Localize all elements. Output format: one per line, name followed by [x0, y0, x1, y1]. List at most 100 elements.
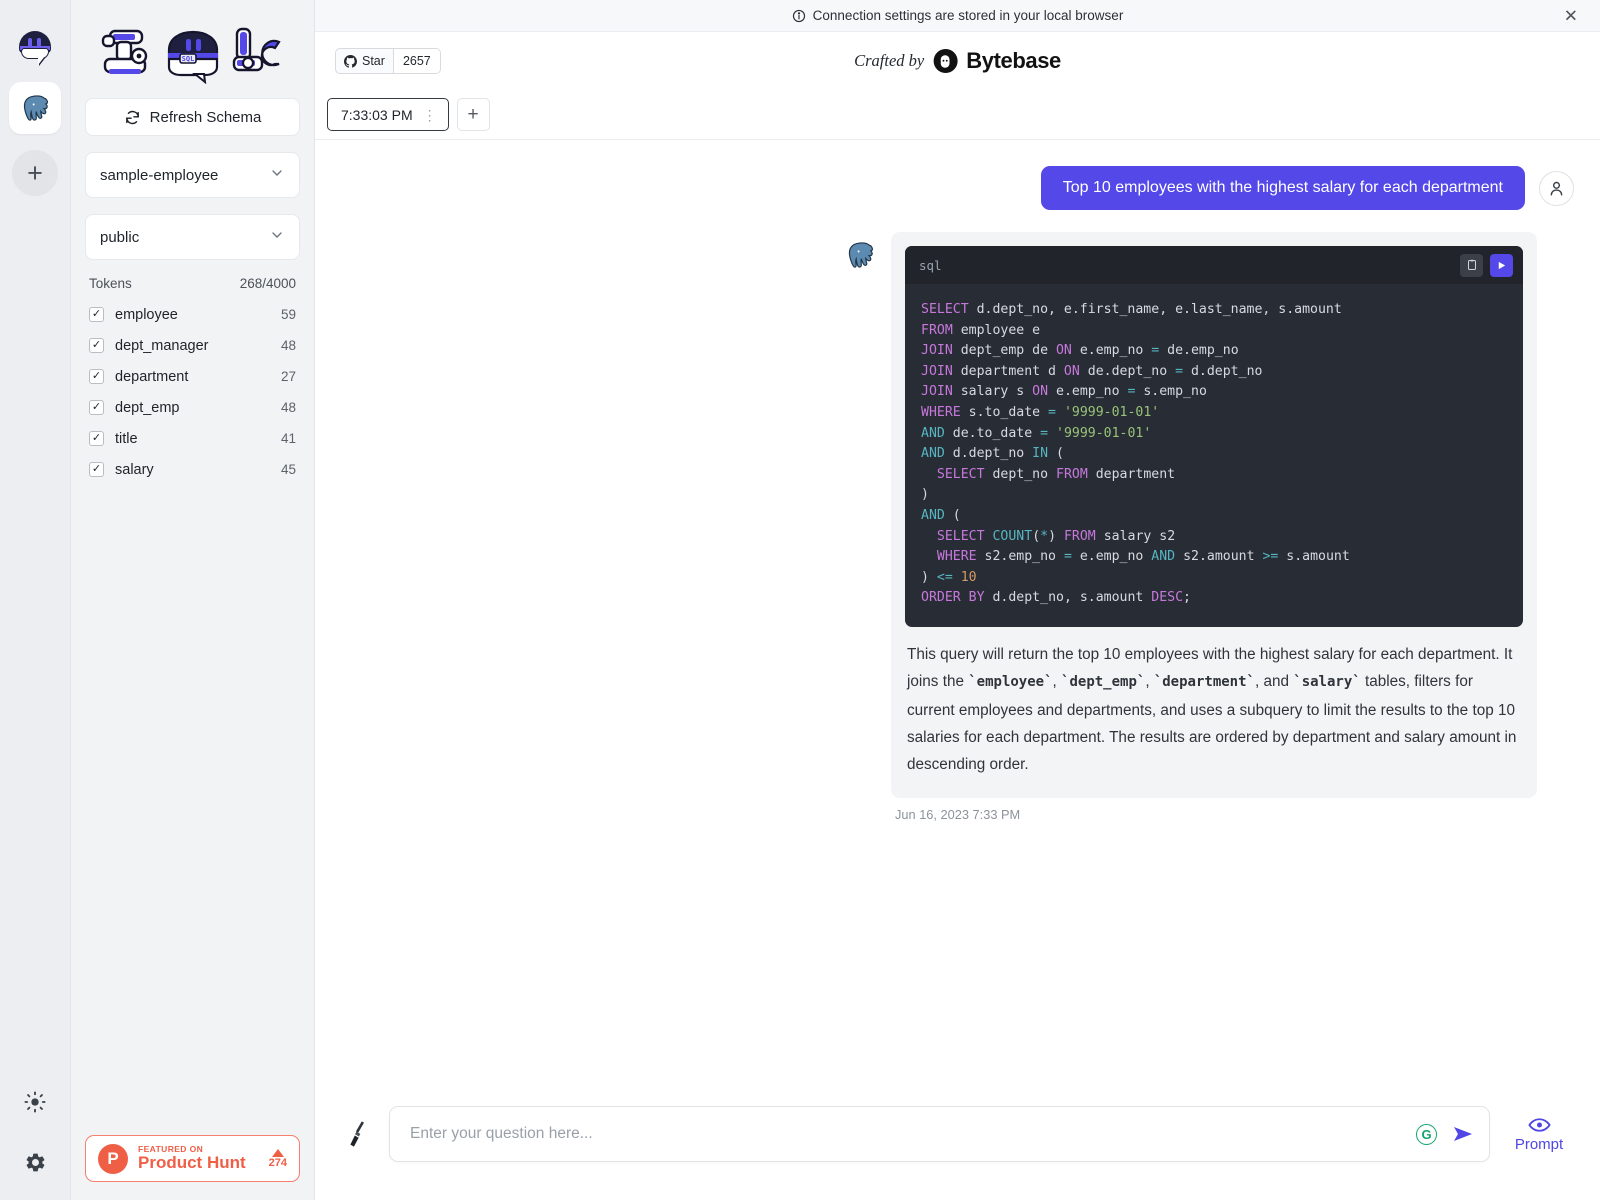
sqlchat-logo: SQL: [85, 10, 300, 94]
assistant-explanation-text: This query will return the top 10 employ…: [905, 627, 1523, 784]
schema-select-value: public: [100, 229, 139, 246]
send-arrow-icon: [1451, 1122, 1475, 1146]
rail-add-connection-button[interactable]: +: [12, 150, 58, 196]
tab-menu-icon[interactable]: ⋮: [423, 108, 438, 122]
person-icon: [1547, 179, 1566, 198]
rail-item-postgres[interactable]: [9, 82, 61, 134]
product-hunt-name: Product Hunt: [138, 1154, 246, 1172]
inline-code: `dept_emp`: [1061, 674, 1145, 690]
message-timestamp: Jun 16, 2023 7:33 PM: [891, 798, 1537, 822]
tab-conversation[interactable]: 7:33:03 PM ⋮: [327, 98, 449, 131]
table-list-item[interactable]: ✓employee59: [85, 299, 300, 330]
table-name: employee: [115, 307, 178, 323]
assistant-message-row: sql: [315, 210, 1600, 822]
icon-rail: +: [0, 0, 71, 1200]
assistant-message-card: sql: [891, 232, 1537, 798]
grammarly-icon[interactable]: G: [1416, 1124, 1437, 1145]
product-hunt-vote-count: 274: [269, 1157, 287, 1169]
settings-button[interactable]: [13, 1140, 57, 1184]
inline-code: `employee`: [968, 674, 1052, 690]
assistant-avatar: [843, 238, 877, 272]
chevron-down-icon: [269, 165, 285, 185]
chat-area: Top 10 employees with the highest salary…: [315, 140, 1600, 1082]
play-icon: [1496, 260, 1507, 271]
send-message-button[interactable]: [1451, 1122, 1475, 1146]
table-token-count: 48: [281, 338, 296, 353]
table-list-item[interactable]: ✓department27: [85, 361, 300, 392]
table-token-count: 45: [281, 462, 296, 477]
new-tab-button[interactable]: +: [457, 98, 490, 131]
composer: G Prompt: [315, 1082, 1600, 1200]
tokens-label: Tokens: [89, 276, 132, 291]
postgres-elephant-icon: [18, 91, 52, 125]
sql-code-block: sql: [905, 246, 1523, 627]
copy-code-button[interactable]: [1460, 254, 1483, 277]
table-list-item[interactable]: ✓dept_manager48: [85, 330, 300, 361]
table-name: salary: [115, 462, 154, 478]
table-checkbox[interactable]: ✓: [89, 431, 104, 446]
tokens-value: 268/4000: [240, 276, 296, 291]
github-icon: [344, 55, 357, 68]
theme-toggle-button[interactable]: [13, 1080, 57, 1124]
sql-code-text: SELECT d.dept_no, e.first_name, e.last_n…: [905, 284, 1523, 627]
github-star-label: Star: [362, 54, 385, 68]
question-input[interactable]: [410, 1125, 1416, 1143]
product-hunt-texts: FEATURED ON Product Hunt: [138, 1145, 246, 1172]
table-checkbox[interactable]: ✓: [89, 369, 104, 384]
inline-code: `salary`: [1293, 674, 1360, 690]
clipboard-icon: [1466, 259, 1478, 271]
code-language-label: sql: [919, 258, 942, 273]
logo-letter-q-icon: SQL: [161, 26, 225, 84]
broom-icon: [345, 1119, 371, 1149]
app-root: +: [0, 0, 1600, 1200]
github-star-button[interactable]: Star 2657: [335, 48, 441, 74]
close-icon[interactable]: ✕: [1564, 7, 1578, 24]
database-select-value: sample-employee: [100, 167, 218, 184]
product-hunt-votes: 274: [269, 1149, 287, 1169]
table-checkbox[interactable]: ✓: [89, 338, 104, 353]
assistant-message-column: sql: [891, 232, 1537, 822]
bytebase-logo-icon: [933, 49, 957, 73]
svg-text:SQL: SQL: [181, 55, 194, 63]
sidebar-spacer: [85, 485, 300, 1135]
product-hunt-logo-icon: P: [98, 1144, 128, 1174]
table-checkbox[interactable]: ✓: [89, 462, 104, 477]
schema-select[interactable]: public: [85, 214, 300, 260]
tab-label: 7:33:03 PM: [341, 107, 413, 123]
table-token-count: 41: [281, 431, 296, 446]
database-select[interactable]: sample-employee: [85, 152, 300, 198]
run-query-button[interactable]: [1490, 254, 1513, 277]
chat-bot-icon: [15, 29, 55, 67]
table-list-item[interactable]: ✓ title 41: [85, 423, 300, 454]
refresh-schema-button[interactable]: Refresh Schema: [85, 98, 300, 136]
table-list-item[interactable]: ✓ dept_emp 48: [85, 392, 300, 423]
rail-item-sql-chat[interactable]: [9, 22, 61, 74]
connection-notice-bar: Connection settings are stored in your l…: [315, 0, 1600, 32]
user-message-row: Top 10 employees with the highest salary…: [315, 166, 1600, 210]
sidebar: SQL Refresh Schema sample-employee: [71, 0, 315, 1200]
crafted-by-bytebase[interactable]: Crafted by Bytebase: [854, 48, 1061, 74]
question-input-wrapper[interactable]: G: [389, 1106, 1490, 1162]
refresh-schema-label: Refresh Schema: [150, 109, 262, 126]
table-name: title: [115, 431, 138, 447]
github-star-left: Star: [336, 49, 393, 73]
code-block-header: sql: [905, 246, 1523, 284]
crafted-by-label: Crafted by: [854, 51, 924, 71]
tokens-summary: Tokens 268/4000: [85, 260, 300, 299]
connection-notice-text: Connection settings are stored in your l…: [813, 8, 1124, 23]
sun-icon: [24, 1091, 46, 1113]
inline-code: `department`: [1154, 674, 1255, 690]
table-checkbox[interactable]: ✓: [89, 307, 104, 322]
user-avatar: [1539, 171, 1574, 206]
product-hunt-badge[interactable]: P FEATURED ON Product Hunt 274: [85, 1135, 300, 1182]
table-checkbox[interactable]: ✓: [89, 400, 104, 415]
explanation-fragment: ,: [1053, 673, 1062, 690]
table-name: dept_emp: [115, 400, 180, 416]
upvote-triangle-icon: [272, 1149, 284, 1157]
user-message-bubble: Top 10 employees with the highest salary…: [1041, 166, 1525, 210]
table-list: ✓employee59✓dept_manager48✓department27✓…: [85, 299, 300, 485]
table-list-item[interactable]: ✓ salary 45: [85, 454, 300, 485]
prompt-button[interactable]: Prompt: [1504, 1116, 1574, 1153]
table-token-count: 48: [281, 400, 296, 415]
clear-conversation-button[interactable]: [341, 1119, 375, 1149]
